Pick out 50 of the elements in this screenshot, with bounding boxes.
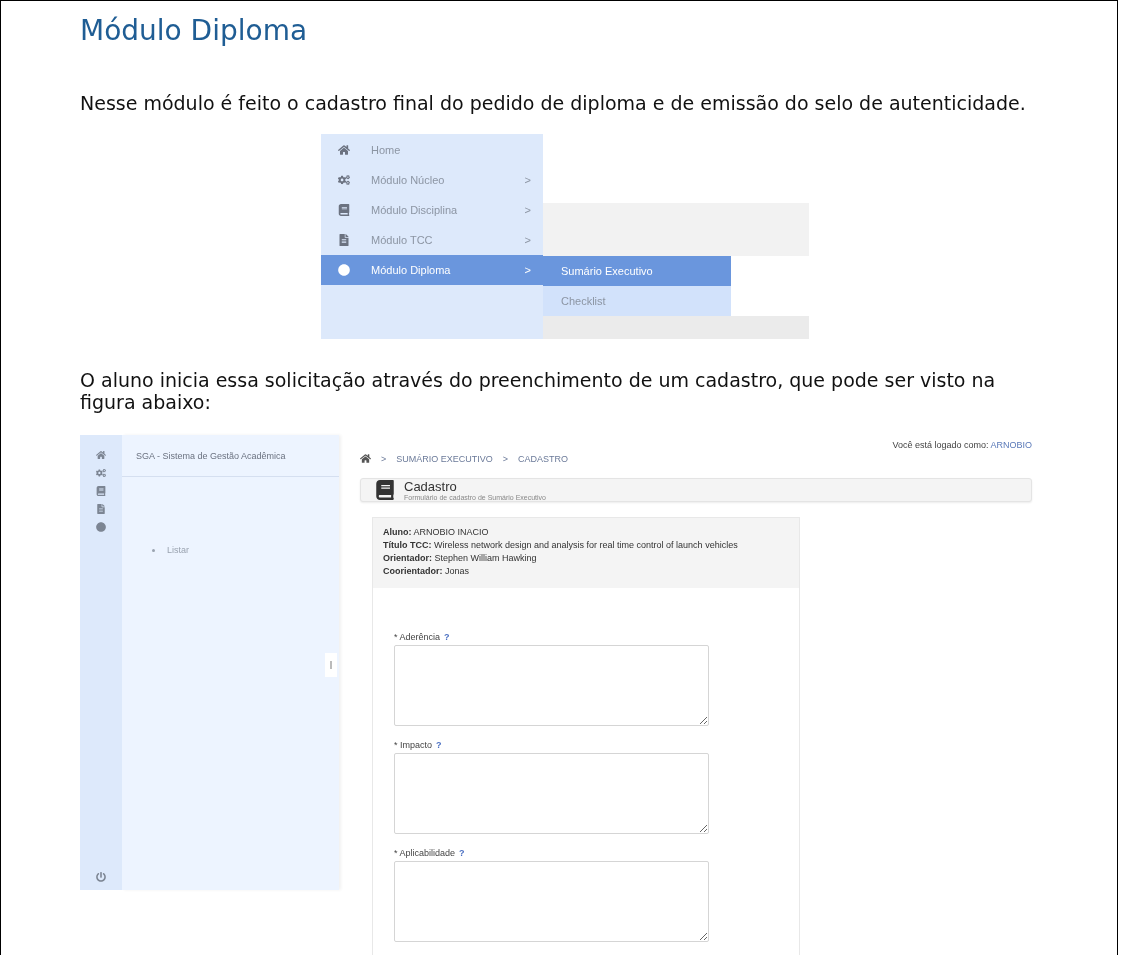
menu-item-label: Módulo Núcleo [371,174,446,186]
menu-item-label: Módulo TCC [371,234,434,246]
user-link[interactable]: ARNOBIO [990,440,1032,450]
chevron: > [524,204,531,216]
info-line: Título TCC: Wireless network design and analysis for real time control of launch vehicles [383,539,739,552]
document-icon [338,234,350,246]
field-label: * Impacto [394,740,433,750]
chevron: > [524,234,531,246]
book-icon [338,204,350,216]
menu-item[interactable]: Módulo Disciplina > [321,195,543,225]
gears-icon[interactable] [96,468,106,478]
menu-item[interactable]: Módulo TCC > [321,225,543,255]
breadcrumb-separator: > [502,453,509,464]
info-line: Orientador: Stephen William Hawking [383,552,538,565]
form-title: Cadastro [404,479,458,494]
body-paragraph: O aluno inicia essa solicitação através do preenchimento de um cadastro, que pode ser visto na figura abaixo: [80,369,997,413]
sidebar-link[interactable]: Listar [167,545,189,555]
chevron: > [524,264,531,276]
breadcrumb-link[interactable]: CADASTRO [518,453,569,464]
intro-paragraph: Nesse módulo é feito o cadastro final do pedido de diploma e de emissão do selo de autenticidade. [80,92,1027,114]
collapse-handle[interactable] [325,653,337,677]
page-title: Módulo Diploma [80,13,309,49]
breadcrumb-link[interactable]: SUMÁRIO EXECUTIVO [396,453,493,464]
power-icon[interactable] [96,872,106,882]
help-link[interactable]: ? [459,848,465,858]
home-icon [338,144,350,156]
chevron: > [524,174,531,186]
gears-icon [338,174,350,186]
submenu-item[interactable]: Sumário Executivo [543,256,731,286]
bullet-icon [152,548,155,552]
menu-item[interactable]: Home [321,135,543,165]
info-line: Coorientador: Jonas [383,565,471,578]
menu-item-label: Módulo Diploma [371,264,452,276]
book-icon[interactable] [96,486,106,496]
menu-item[interactable]: Módulo Diploma > [321,255,543,285]
field-label: * Aplicabilidade [394,848,456,858]
menu-item-label: Módulo Disciplina [371,204,459,216]
home-icon[interactable] [360,453,371,464]
help-link[interactable]: ? [444,632,450,642]
book-icon [375,480,395,500]
field-label: * Aderência [394,632,441,642]
submenu-item[interactable]: Checklist [543,286,731,316]
info-line: Aluno: ARNOBIO INACIO [383,526,490,539]
breadcrumb-separator: > [381,453,387,464]
menu-item-label: Home [371,144,402,156]
document-icon[interactable] [96,504,106,514]
login-status: Você está logado como: ARNOBIO [892,440,1032,450]
help-link[interactable]: ? [436,740,442,750]
app-name: SGA - Sistema de Gestão Acadêmica [122,435,339,477]
menu-item[interactable]: Módulo Núcleo > [321,165,543,195]
